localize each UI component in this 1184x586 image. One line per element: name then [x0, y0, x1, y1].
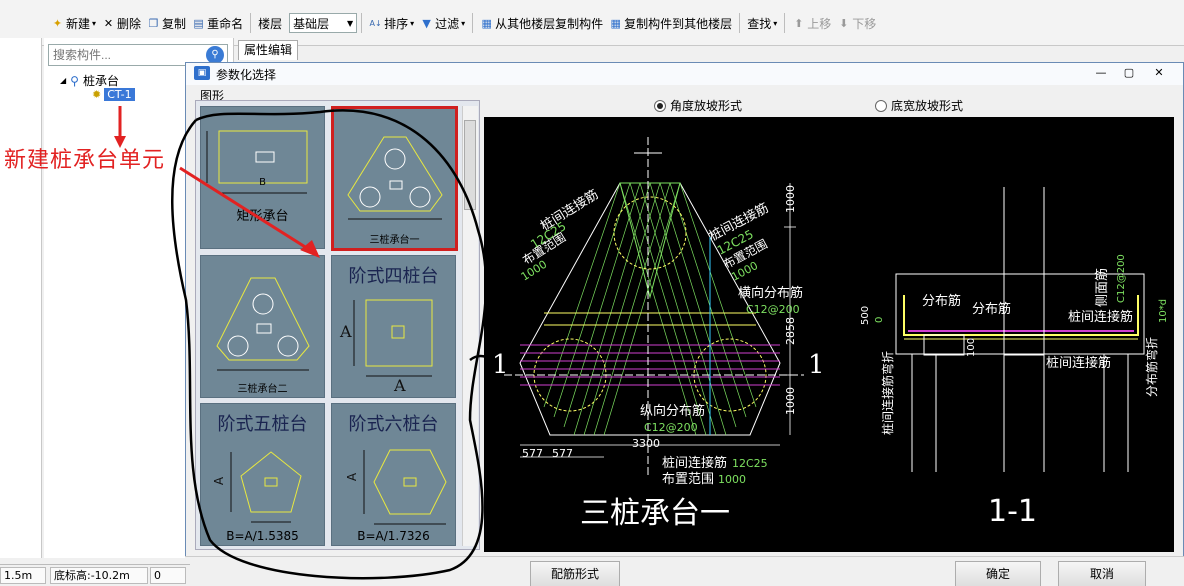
label-transverse: 横向分布筋: [738, 285, 803, 301]
label-dist-bar-2: 分布筋: [972, 301, 1011, 317]
label-section-rebar-2: 桩间连接筋: [1046, 355, 1111, 371]
rename-icon: ▤: [193, 16, 204, 30]
new-icon: ✦: [52, 16, 63, 30]
thumb-three-pile-cap-2[interactable]: 三桩承台二: [200, 255, 325, 398]
find-button[interactable]: 查找 ▾: [744, 12, 780, 34]
gallery-scroll-thumb[interactable]: [464, 120, 476, 210]
rename-button[interactable]: ▤ 重命名: [189, 12, 246, 34]
radio-width-slope[interactable]: 底宽放坡形式: [875, 97, 963, 114]
tab-property-edit[interactable]: 属性编辑: [238, 40, 298, 60]
copy-button[interactable]: ❐ 复制: [144, 12, 189, 34]
three-pile-cap-drawing: 1000 2858 1000 桩间连接筋 12C25 布置范围 1000 桩间连…: [492, 137, 1169, 531]
dim-577-b: 577: [552, 447, 573, 460]
copy-to-floor-icon: ▦: [610, 16, 621, 30]
dim-10d: 10*d: [1158, 299, 1169, 323]
dim-500: 500: [860, 306, 871, 325]
slope-mode-radio-group: [484, 92, 1174, 116]
label-bend: 桩间连接筋弯折: [880, 351, 895, 435]
copy-icon: ❐: [148, 16, 159, 30]
radio-selected-icon: [654, 99, 666, 112]
close-button[interactable]: ✕: [1150, 66, 1168, 80]
label-side-bar: 侧面筋: [1094, 268, 1110, 307]
copy-to-floor-button[interactable]: ▦ 复制构件到其他楼层: [606, 12, 735, 34]
separator: [739, 13, 741, 33]
step-five-pile-preview: [230, 451, 302, 523]
thumb-step-six-pile[interactable]: 阶式六桩台 A B=A/1.7326: [331, 403, 456, 546]
floor-select[interactable]: 基础层 ▼: [289, 13, 358, 33]
thumb-step-five-pile[interactable]: 阶式五桩台 A B=A/1.5385: [200, 403, 325, 546]
thumb-step-four-pile[interactable]: 阶式四桩台 A A: [331, 255, 456, 398]
three-pile-cap-1-preview: [347, 136, 443, 220]
separator: [472, 13, 474, 33]
left-nav-panel: [0, 38, 42, 558]
arrow-up-icon: ⬆: [794, 16, 804, 30]
maximize-button[interactable]: ▢: [1120, 66, 1138, 80]
section-mark-right: 1: [808, 350, 825, 380]
dim-1000-top: 1000: [784, 185, 797, 213]
status-bar: 1.5m 底标高:-10.2m 0: [0, 564, 190, 586]
label-rebar-bottom-spec: 12C25: [732, 457, 768, 470]
label-dist-bar-1: 分布筋: [922, 293, 961, 309]
rebar-form-button[interactable]: 配筋形式: [530, 561, 620, 586]
label-rebar-bottom: 桩间连接筋: [662, 455, 727, 471]
ok-button[interactable]: 确定: [955, 561, 1041, 586]
copy-from-floor-icon: ▦: [481, 16, 492, 30]
copy-from-floor-button[interactable]: ▦ 从其他楼层复制构件: [477, 12, 606, 34]
drawing-main-title: 三桩承台一: [580, 496, 730, 531]
minimize-button[interactable]: —: [1092, 66, 1110, 80]
sort-icon: A↓: [369, 18, 382, 28]
tree-child-node[interactable]: ✹ CT-1: [92, 88, 135, 101]
label-section-rebar: 桩间连接筋: [1068, 309, 1133, 325]
dim-577-a: 577: [522, 447, 543, 460]
label-range-bottom-value: 1000: [718, 473, 746, 486]
move-up-button[interactable]: ⬆ 上移: [789, 12, 834, 34]
chevron-down-icon: ▼: [347, 18, 354, 28]
arrow-down-icon: ⬇: [839, 16, 849, 30]
label-range-bottom: 布置范围: [662, 472, 714, 487]
section-title: 1-1: [988, 494, 1037, 529]
cad-preview: 1000 2858 1000 桩间连接筋 12C25 布置范围 1000 桩间连…: [484, 117, 1174, 552]
label-longitudinal: 纵向分布筋: [640, 403, 705, 419]
separator: [250, 13, 252, 33]
dim-3300: 3300: [632, 437, 660, 450]
annotation-text: 新建桩承台单元: [4, 148, 166, 173]
status-zero: 0: [150, 567, 186, 584]
filter-button[interactable]: ▼ 过滤 ▾: [417, 12, 468, 34]
pile-cap-icon: ⚲: [70, 73, 79, 88]
label-longitudinal-spec: C12@200: [644, 421, 698, 434]
tree-root-node[interactable]: ◢ ⚲ 桩承台: [60, 72, 119, 89]
cancel-button[interactable]: 取消: [1058, 561, 1146, 586]
dim-100: 100: [966, 338, 977, 357]
delete-button[interactable]: ✕ 删除: [99, 12, 144, 34]
radio-empty-icon: [875, 99, 887, 112]
label-transverse-spec: C12@200: [746, 303, 800, 316]
dim-1000-bottom: 1000: [784, 387, 797, 415]
dim-0: 0: [874, 317, 885, 323]
label-side-bar-spec: C12@200: [1116, 254, 1127, 303]
dialog-title: 参数化选择: [216, 68, 277, 82]
collapse-toggle-icon[interactable]: ◢: [60, 76, 66, 85]
component-icon: ✹: [92, 88, 102, 101]
rebar-horizontal-band: [520, 344, 780, 386]
status-value-left: 1.5m: [0, 567, 46, 584]
dialog-title-bar: [186, 63, 1183, 85]
separator: [784, 13, 786, 33]
thumb-rect-cap[interactable]: B 矩形承台: [200, 106, 325, 249]
radio-angle-slope[interactable]: 角度放坡形式: [654, 97, 742, 114]
sort-button[interactable]: A↓ 排序 ▾: [366, 12, 417, 34]
delete-icon: ✕: [103, 16, 114, 30]
move-down-button[interactable]: ⬇ 下移: [834, 12, 879, 34]
section-mark-left: 1: [492, 350, 509, 380]
thumb-three-pile-cap-1[interactable]: 三桩承台一: [331, 106, 458, 251]
filter-icon: ▼: [422, 16, 431, 30]
floor-label: 楼层: [258, 16, 283, 31]
dim-2858: 2858: [784, 317, 797, 345]
label-dist-bend: 分布筋弯折: [1144, 337, 1159, 397]
status-bottom-elevation: 底标高:-10.2m: [50, 567, 148, 584]
three-pile-cap-2-preview: [216, 277, 310, 371]
separator: [361, 13, 363, 33]
dialog-app-icon: ▣: [194, 66, 210, 80]
new-button[interactable]: ✦ 新建 ▾: [48, 12, 99, 34]
